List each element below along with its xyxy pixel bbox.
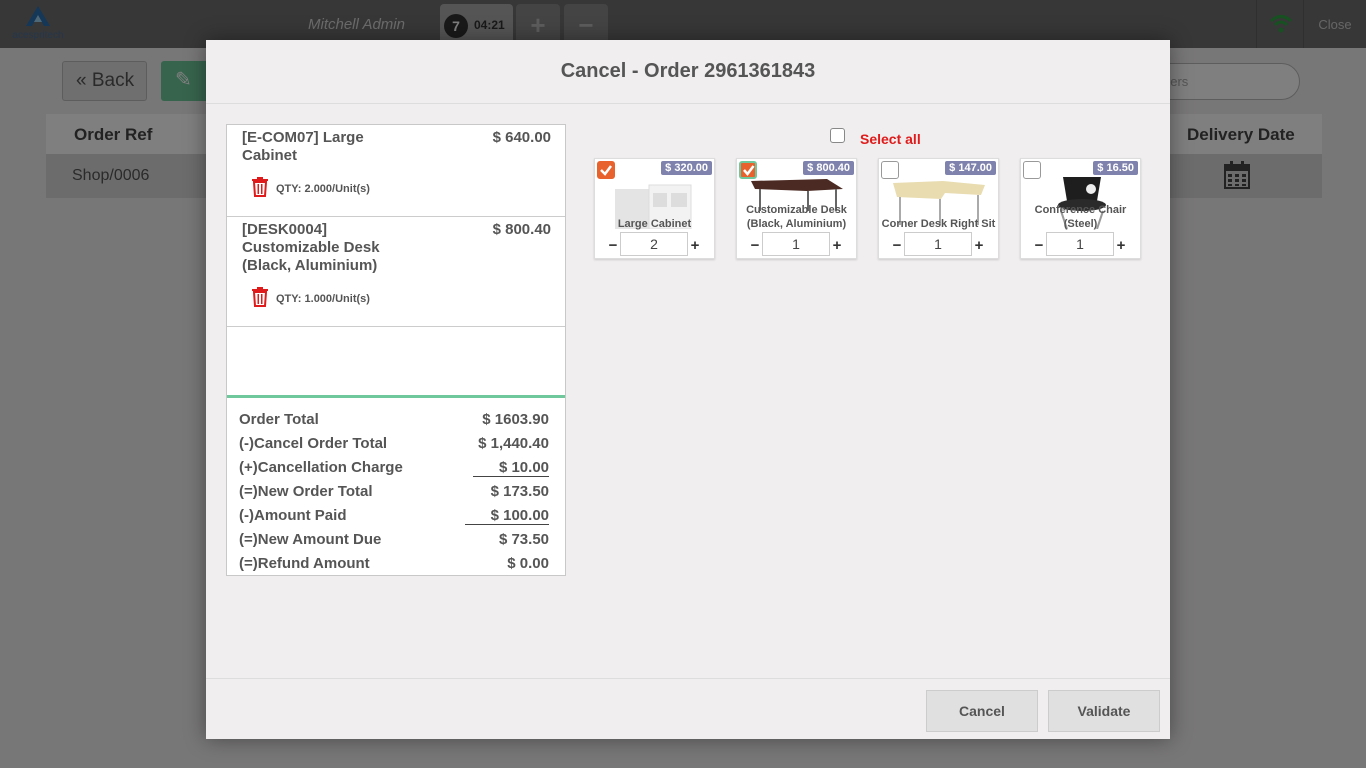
trash-icon[interactable]: [251, 177, 269, 197]
product-price-badge: $ 800.40: [803, 161, 854, 175]
validate-button[interactable]: Validate: [1048, 690, 1160, 732]
line-price: $ 640.00: [492, 129, 551, 146]
total-value: $ 0.00: [507, 555, 549, 572]
total-row: Order Total $ 1603.90: [239, 411, 549, 435]
increase-quantity-button[interactable]: +: [688, 237, 702, 254]
total-value: $ 100.00: [464, 507, 549, 525]
product-name: Customizable Desk (Black, Aluminium): [746, 204, 847, 230]
select-all-label[interactable]: Select all: [860, 131, 921, 147]
line-price: $ 800.40: [492, 221, 551, 238]
total-value: $ 173.50: [490, 483, 549, 500]
total-row: (=)New Order Total $ 173.50: [239, 483, 549, 507]
total-value: $ 1,440.40: [478, 435, 549, 452]
product-price-badge: $ 16.50: [1093, 161, 1138, 175]
product-name: Conference Chair (Steel): [1034, 204, 1127, 230]
decrease-quantity-button[interactable]: −: [748, 237, 762, 254]
cancel-button[interactable]: Cancel: [926, 690, 1038, 732]
line-quantity: QTY: 2.000/Unit(s): [276, 183, 370, 195]
total-label: (=)New Order Total: [239, 483, 373, 500]
line-product-name: [DESK0004] Customizable Desk (Black, Alu…: [242, 221, 380, 274]
total-label: (-)Amount Paid: [239, 507, 347, 524]
decrease-quantity-button[interactable]: −: [606, 237, 620, 254]
total-row: (=)New Amount Due $ 73.50: [239, 531, 549, 555]
select-all-checkbox[interactable]: [830, 128, 845, 143]
product-name: Corner Desk Right Sit: [881, 218, 996, 230]
total-row: (-)Amount Paid $ 100.00: [239, 507, 549, 531]
increase-quantity-button[interactable]: +: [972, 237, 986, 254]
product-card[interactable]: $ 800.40 Customizable Desk (Black, Alumi…: [736, 158, 857, 259]
quantity-input[interactable]: 2: [620, 232, 688, 256]
cancel-order-dialog: Cancel - Order 2961361843 [E-COM07] Larg…: [206, 40, 1170, 739]
line-product-name: [E-COM07] Large Cabinet: [242, 129, 364, 164]
total-label: (=)New Amount Due: [239, 531, 382, 548]
total-value: $ 10.00: [472, 459, 549, 477]
increase-quantity-button[interactable]: +: [830, 237, 844, 254]
quantity-input[interactable]: 1: [904, 232, 972, 256]
increase-quantity-button[interactable]: +: [1114, 237, 1128, 254]
decrease-quantity-button[interactable]: −: [1032, 237, 1046, 254]
quantity-input[interactable]: 1: [762, 232, 830, 256]
decrease-quantity-button[interactable]: −: [890, 237, 904, 254]
dialog-title: Cancel - Order 2961361843: [206, 40, 1170, 104]
dialog-footer: Cancel Validate: [206, 678, 1170, 739]
order-summary-panel: [E-COM07] Large Cabinet $ 640.00 QTY: 2.…: [226, 124, 566, 576]
order-totals: Order Total $ 1603.90 (-)Cancel Order To…: [227, 395, 565, 576]
order-line[interactable]: [DESK0004] Customizable Desk (Black, Alu…: [227, 217, 565, 327]
total-label: (+)Cancellation Charge: [239, 459, 403, 476]
product-price-badge: $ 320.00: [661, 161, 712, 175]
order-line[interactable]: [E-COM07] Large Cabinet $ 640.00 QTY: 2.…: [227, 125, 565, 217]
trash-icon[interactable]: [251, 287, 269, 307]
product-card[interactable]: $ 320.00 Large Cabinet − 2 +: [594, 158, 715, 259]
line-quantity: QTY: 1.000/Unit(s): [276, 293, 370, 305]
quantity-input[interactable]: 1: [1046, 232, 1114, 256]
total-label: (-)Cancel Order Total: [239, 435, 388, 452]
product-card[interactable]: $ 147.00 Corner Desk Right Sit − 1 +: [878, 158, 999, 259]
total-label: (=)Refund Amount: [239, 555, 370, 572]
total-row: (=)Refund Amount $ 0.00: [239, 555, 549, 579]
total-value: $ 73.50: [498, 531, 549, 548]
total-row: (+)Cancellation Charge $ 10.00: [239, 459, 549, 483]
total-value: $ 1603.90: [482, 411, 549, 428]
product-card[interactable]: $ 16.50 Conference Chair (Steel) − 1 +: [1020, 158, 1141, 259]
total-row: (-)Cancel Order Total $ 1,440.40: [239, 435, 549, 459]
product-name: Large Cabinet: [617, 218, 692, 230]
product-price-badge: $ 147.00: [945, 161, 996, 175]
total-label: Order Total: [239, 411, 319, 428]
